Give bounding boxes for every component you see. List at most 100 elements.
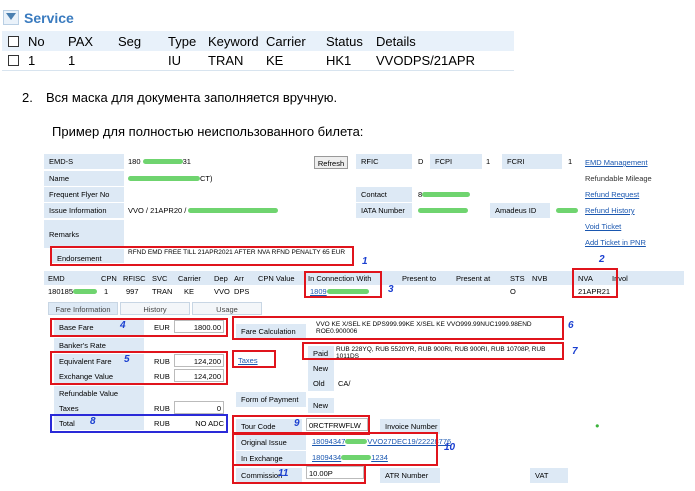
annotation-6: 6	[568, 320, 574, 331]
example-caption: Пример для полностью неиспользованного б…	[52, 124, 364, 139]
highlight-box-10	[232, 432, 438, 466]
col-status: Status	[320, 31, 370, 51]
fcri-value: 1	[568, 157, 573, 166]
cell-carrier: KE	[260, 51, 320, 71]
redacted	[422, 192, 471, 197]
refund-history-link[interactable]: Refund History	[585, 206, 635, 215]
highlight-box-3	[304, 271, 382, 298]
col-no: No	[22, 31, 62, 51]
checkbox[interactable]	[8, 35, 19, 47]
redacted	[73, 289, 98, 294]
emd-s-number: 180	[128, 157, 141, 166]
vat-label: VAT	[530, 468, 568, 483]
ffn-label: Frequent Flyer No	[44, 187, 124, 202]
remarks-label: Remarks	[44, 220, 124, 248]
coupon-col-nvb: NVB	[532, 274, 548, 283]
taxes-currency: RUB	[154, 404, 170, 413]
coupon-dep-value: VVO	[214, 287, 230, 296]
col-carrier: Carrier	[260, 31, 320, 51]
refundable-value-label: Refundable Value	[54, 386, 144, 401]
cell-keyword: TRAN	[202, 51, 260, 71]
highlight-box-7	[302, 342, 564, 360]
row-checkbox-cell[interactable]	[2, 51, 22, 71]
emd-s-tail: 31	[182, 157, 191, 166]
amadeus-id-label: Amadeus ID	[490, 203, 550, 218]
table-row[interactable]: 1 1 IU TRAN KE HK1 VVODPS/21APR	[2, 51, 514, 71]
emd-management-link[interactable]: EMD Management	[585, 158, 648, 167]
select-all-checkbox-cell[interactable]	[2, 31, 22, 51]
annotation-9: 9	[294, 418, 300, 429]
emd-screenshot: EMD-S 180 31 Refresh RFIC D FCPI 1 FCRI …	[44, 150, 684, 488]
issue-info-text: VVO / 21APR20 /	[128, 206, 187, 215]
redacted	[142, 159, 183, 164]
old-value: CA/	[338, 379, 351, 388]
refresh-button[interactable]: Refresh	[314, 156, 348, 169]
coupon-svc-value: TRAN	[152, 287, 173, 296]
col-pax: PAX	[62, 31, 112, 51]
coupon-col-present-at: Present at	[456, 274, 491, 283]
step-text: Вся маска для документа заполняется вруч…	[46, 90, 338, 105]
emd-s-label: EMD-S	[44, 154, 124, 169]
coupon-col-dep: Dep	[214, 274, 228, 283]
void-ticket-link[interactable]: Void Ticket	[585, 222, 621, 231]
name-label: Name	[44, 171, 124, 186]
coupon-col-emd: EMD	[48, 274, 65, 283]
redacted	[128, 176, 200, 181]
coupon-col-svc: SVC	[152, 274, 168, 283]
fcri-label: FCRI	[502, 154, 562, 169]
amadeus-id-value	[554, 203, 580, 218]
cell-no: 1	[22, 51, 62, 71]
tab-history[interactable]: History	[120, 302, 190, 315]
coupon-sts-value: O	[510, 287, 516, 296]
step-instruction: 2. Вся маска для документа заполняется вр…	[22, 90, 337, 105]
service-section-header[interactable]: Service	[0, 8, 514, 30]
issue-info-label: Issue Information	[44, 203, 124, 218]
tab-usage[interactable]: Usage	[192, 302, 262, 315]
refund-request-link[interactable]: Refund Request	[585, 190, 639, 199]
old-label: Old	[308, 376, 334, 391]
new-payment-label: New	[308, 398, 334, 413]
taxes-amount[interactable]: 0	[174, 401, 224, 414]
cell-pax: 1	[62, 51, 112, 71]
add-ticket-in-pnr-link[interactable]: Add Ticket in PNR	[585, 238, 646, 247]
iata-number-label: IATA Number	[356, 203, 412, 218]
annotation-4: 4	[120, 320, 126, 331]
refundable-mileage-link[interactable]: Refundable Mileage	[585, 174, 652, 183]
annotation-7: 7	[572, 346, 578, 357]
name-value: CT)	[126, 171, 326, 186]
coupon-arr-value: DPS	[234, 287, 250, 296]
highlight-box-5	[50, 351, 228, 385]
annotation-2: 2	[599, 254, 605, 265]
coupon-emd-number: 180185	[48, 287, 74, 296]
service-title: Service	[24, 10, 74, 26]
step-number: 2.	[22, 90, 33, 105]
highlight-box-6	[232, 316, 564, 340]
coupon-emd-value: 180185	[48, 287, 98, 296]
coupon-cpn-value: 1	[104, 287, 109, 296]
iata-number-value	[416, 203, 486, 218]
coupon-col-cpn-value: CPN Value	[258, 274, 295, 283]
redacted	[418, 208, 468, 213]
service-table: No PAX Seg Type Keyword Carrier Status D…	[2, 31, 514, 71]
cell-seg	[112, 51, 162, 71]
highlight-box-11	[232, 464, 366, 484]
coupon-col-arr: Arr	[234, 274, 244, 283]
col-details: Details	[370, 31, 514, 51]
rfic-label: RFIC	[356, 154, 412, 169]
col-seg: Seg	[112, 31, 162, 51]
emd-s-value: 180 31	[126, 154, 296, 169]
atr-number-label: ATR Number	[380, 468, 440, 483]
tab-fare-information[interactable]: Fare Information	[48, 302, 118, 315]
service-table-header: No PAX Seg Type Keyword Carrier Status D…	[2, 31, 514, 51]
fcpi-value: 1	[486, 157, 491, 166]
contact-value: 8	[416, 187, 516, 202]
coupon-col-present-to: Present to	[402, 274, 437, 283]
highlight-box-4	[50, 318, 228, 337]
highlight-box-2	[572, 268, 618, 298]
annotation-3: 3	[388, 284, 394, 295]
col-type: Type	[162, 31, 202, 51]
coupon-col-carrier: Carrier	[178, 274, 201, 283]
checkbox[interactable]	[8, 54, 19, 66]
contact-label: Contact	[356, 187, 412, 202]
highlight-box-taxes	[232, 350, 276, 368]
